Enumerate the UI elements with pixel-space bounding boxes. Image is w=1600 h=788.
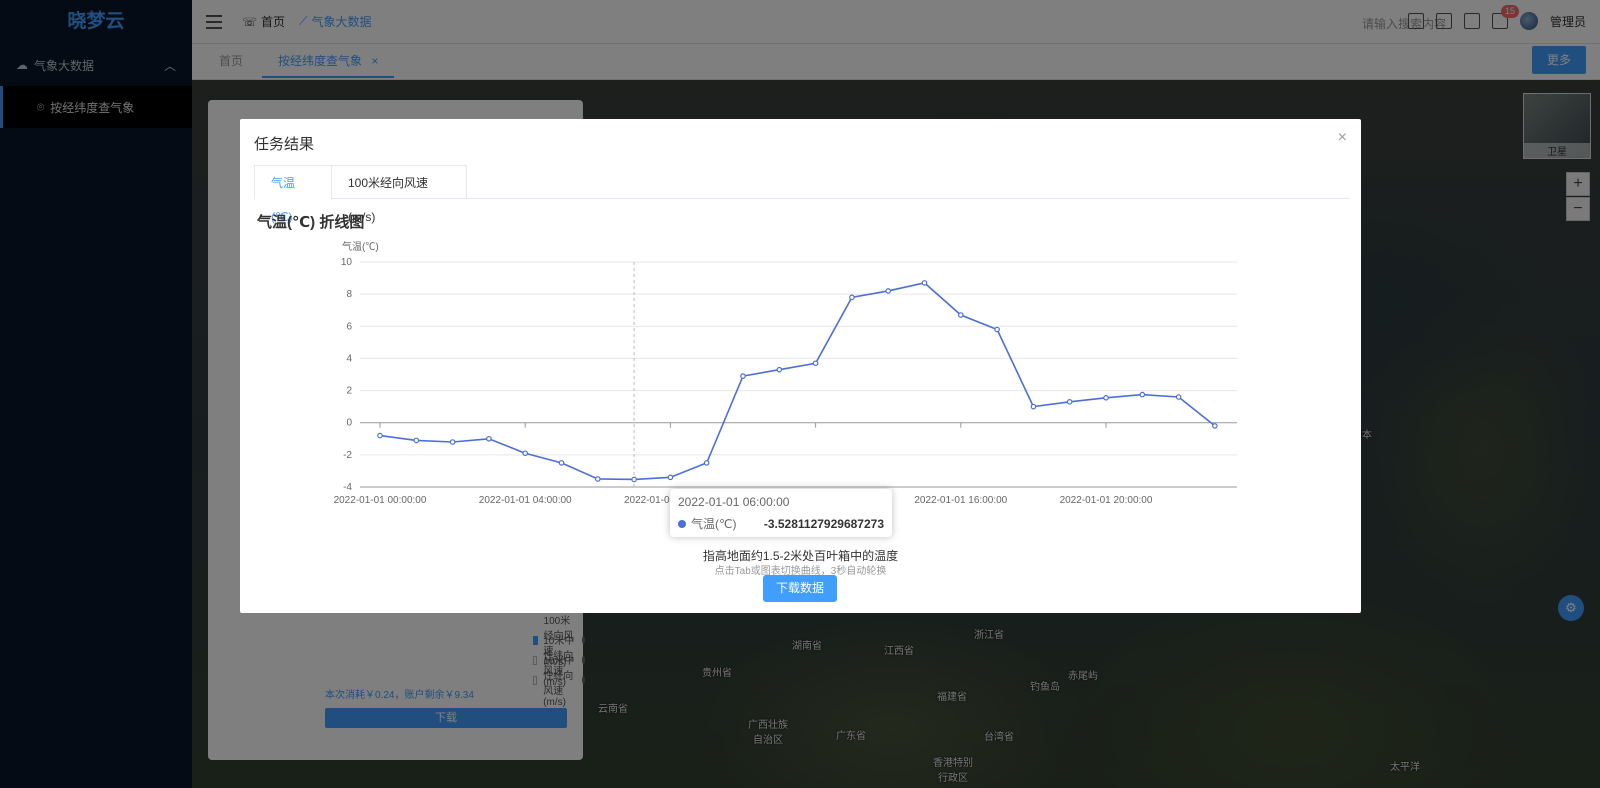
x-tick-label: 2022-01-01 20:00:00 bbox=[1060, 495, 1153, 506]
x-tick-label: 2022-01-01 00:00:00 bbox=[334, 495, 427, 506]
x-tick-label: 2022-01-01 16:00:00 bbox=[914, 495, 1007, 506]
y-tick-label: 4 bbox=[346, 353, 352, 364]
data-point bbox=[921, 280, 928, 286]
tooltip-series: 气温(℃) bbox=[691, 517, 737, 531]
data-point bbox=[1139, 391, 1146, 398]
data-point bbox=[1175, 394, 1182, 400]
data-point bbox=[558, 460, 565, 466]
data-point bbox=[1066, 399, 1073, 405]
data-point bbox=[594, 476, 601, 482]
data-point bbox=[1212, 423, 1218, 429]
data-point bbox=[413, 437, 420, 444]
chart-tooltip: 2022-01-01 06:00:00 气温(℃) -3.52811279296… bbox=[670, 489, 892, 537]
data-point bbox=[885, 288, 892, 294]
data-point bbox=[449, 439, 456, 445]
data-point bbox=[776, 366, 783, 373]
y-tick-label: 10 bbox=[341, 257, 353, 268]
data-point bbox=[486, 435, 492, 442]
data-point bbox=[957, 312, 964, 318]
y-tick-label: 6 bbox=[346, 321, 352, 332]
y-tick-label: -2 bbox=[343, 450, 352, 461]
data-point bbox=[522, 450, 529, 457]
line-chart[interactable]: 气温(℃) -4 -2 0 2 4 6 8 10 2022-01-01 00:00:00 2022-… bbox=[240, 119, 1361, 539]
data-point bbox=[377, 432, 383, 439]
download-data-button[interactable]: 下载数据 bbox=[763, 575, 837, 602]
tooltip-time: 2022-01-01 06:00:00 bbox=[678, 495, 790, 509]
data-point bbox=[812, 360, 819, 367]
tooltip-value: -3.5281127929687273 bbox=[763, 516, 884, 531]
data-point bbox=[740, 373, 746, 379]
data-point bbox=[703, 460, 710, 466]
y-axis-label: 气温(℃) bbox=[342, 240, 379, 253]
data-point bbox=[631, 476, 637, 483]
y-tick-label: 8 bbox=[346, 289, 352, 300]
y-tick-label: 2 bbox=[346, 386, 352, 397]
y-tick-label: -4 bbox=[343, 482, 352, 493]
y-tick-label: 0 bbox=[346, 418, 352, 429]
series-marker-icon bbox=[678, 519, 686, 528]
data-point bbox=[849, 294, 855, 301]
task-result-dialog: 任务结果 × 气温(℃) 100米经向风速(m/s) 气温(℃) 折线图 气温(… bbox=[240, 119, 1361, 613]
data-point bbox=[667, 474, 674, 481]
data-point bbox=[1103, 395, 1109, 401]
x-tick-label: 2022-01-01 04:00:00 bbox=[479, 495, 572, 506]
series-line bbox=[379, 282, 1216, 481]
data-point bbox=[1030, 403, 1037, 410]
data-point bbox=[994, 326, 1000, 333]
